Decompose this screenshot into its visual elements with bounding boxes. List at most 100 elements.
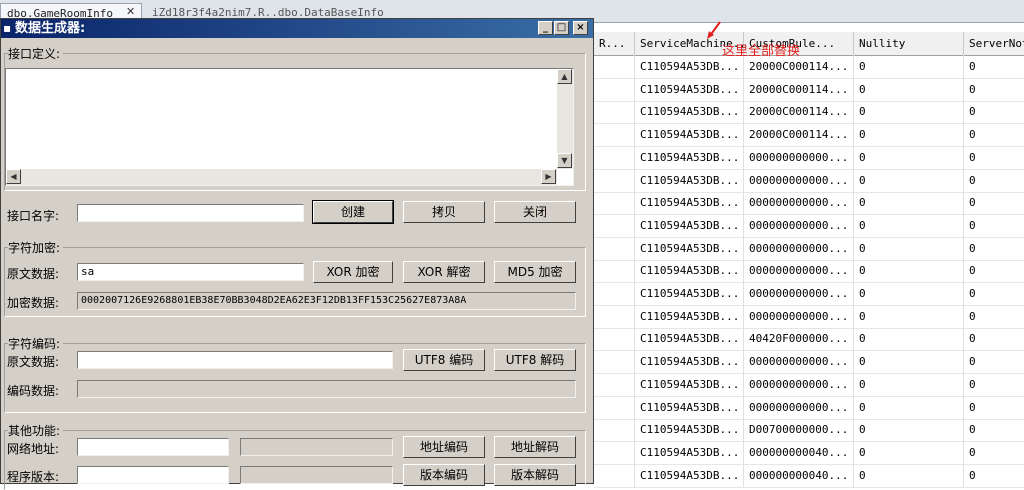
table-cell[interactable]: C110594A53DB... [635,440,744,464]
table-row[interactable]: C110594A53DB... 000000000000... 0 0 [594,145,1024,170]
column-header[interactable]: Nullity [854,32,964,55]
table-cell[interactable] [594,236,635,260]
table-cell[interactable]: 0 [964,169,1024,192]
close-dialog-button[interactable]: 关闭 [494,201,576,223]
utf8-decode-button[interactable]: UTF8 解码 [494,349,576,371]
utf8-encode-button[interactable]: UTF8 编码 [403,349,485,371]
table-cell[interactable]: 0 [964,259,1024,282]
table-cell[interactable]: 0 [964,100,1024,123]
table-cell[interactable]: 0 [854,259,964,283]
table-cell[interactable]: 0 [964,282,1024,305]
address-result-field[interactable] [240,438,393,456]
table-row[interactable]: C110594A53DB... 20000C000114... 0 0 [594,100,1024,125]
table-cell[interactable] [594,100,635,124]
table-cell[interactable]: 0 [964,191,1024,214]
table-cell[interactable]: C110594A53DB... [635,327,744,351]
table-cell[interactable]: 0 [964,237,1024,260]
table-row[interactable]: C110594A53DB... 000000000000... 0 0 [594,372,1024,397]
table-cell[interactable] [594,440,635,464]
table-cell[interactable] [594,123,635,147]
table-row[interactable]: C110594A53DB... D00700000000... 0 0 [594,418,1024,443]
table-cell[interactable]: C110594A53DB... [635,213,744,237]
interface-name-input[interactable] [77,204,304,222]
table-cell[interactable] [594,304,635,328]
table-cell[interactable]: 000000000000... [744,168,854,192]
table-cell[interactable]: C110594A53DB... [635,463,744,487]
table-cell[interactable]: D00700000000... [744,418,854,442]
version-input[interactable] [77,466,229,484]
table-cell[interactable]: C110594A53DB... [635,259,744,283]
table-cell[interactable] [594,372,635,396]
table-cell[interactable]: C110594A53DB... [635,282,744,305]
table-cell[interactable]: C110594A53DB... [635,100,744,124]
table-cell[interactable]: 0 [854,145,964,169]
table-cell[interactable]: 0 [964,123,1024,146]
table-cell[interactable]: 0 [854,55,964,78]
table-cell[interactable]: C110594A53DB... [635,395,744,419]
table-cell[interactable]: 0 [854,123,964,147]
table-cell[interactable]: 000000000000... [744,304,854,328]
table-cell[interactable]: 0 [854,372,964,396]
version-decode-button[interactable]: 版本解码 [494,464,576,486]
table-row[interactable]: C110594A53DB... 000000000000... 0 0 [594,282,1024,306]
table-cell[interactable]: C110594A53DB... [635,304,744,328]
table-cell[interactable]: 0 [964,464,1024,487]
md5-encrypt-button[interactable]: MD5 加密 [494,261,576,283]
table-row[interactable]: C110594A53DB... 000000000000... 0 0 [594,236,1024,261]
table-cell[interactable]: 0 [964,350,1024,373]
table-row[interactable]: C110594A53DB... 20000C000114... 0 0 [594,123,1024,148]
table-cell[interactable] [594,418,635,442]
table-cell[interactable]: 000000000040... [744,463,854,487]
table-row[interactable]: C110594A53DB... 000000000000... 0 0 [594,213,1024,238]
table-cell[interactable] [594,55,635,78]
table-cell[interactable]: 0 [854,191,964,215]
table-cell[interactable]: 40420F000000... [744,327,854,351]
table-cell[interactable] [594,259,635,283]
table-cell[interactable]: 0 [964,373,1024,396]
table-cell[interactable]: 000000000000... [744,213,854,237]
vertical-scrollbar[interactable]: ▲ ▼ [557,69,573,169]
table-row[interactable]: C110594A53DB... 000000000000... 0 0 [594,259,1024,284]
table-row[interactable]: C110594A53DB... 000000000000... 0 0 [594,191,1024,216]
address-decode-button[interactable]: 地址解码 [494,436,576,458]
close-button[interactable]: × [573,21,588,35]
version-encode-button[interactable]: 版本编码 [403,464,485,486]
table-cell[interactable]: 0 [854,100,964,124]
scroll-right-icon[interactable]: ▶ [541,169,556,184]
table-cell[interactable]: C110594A53DB... [635,145,744,169]
table-cell[interactable]: 0 [854,350,964,374]
dialog-title-bar[interactable]: ▪ 数据生成器: _ □ × [1,19,593,38]
table-row[interactable]: C110594A53DB... 000000000000... 0 0 [594,350,1024,375]
xor-encrypt-button[interactable]: XOR 加密 [313,261,393,283]
tab-close-icon[interactable]: ✕ [126,5,135,18]
table-cell[interactable]: C110594A53DB... [635,236,744,260]
horizontal-scrollbar[interactable]: ◀ ▶ [6,169,557,185]
minimize-button[interactable]: _ [538,21,553,35]
table-cell[interactable] [594,395,635,419]
table-cell[interactable]: 0 [964,55,1024,78]
table-cell[interactable]: 0 [854,304,964,328]
table-cell[interactable] [594,213,635,237]
table-cell[interactable] [594,327,635,351]
address-encode-button[interactable]: 地址编码 [403,436,485,458]
maximize-button[interactable]: □ [554,21,569,35]
table-row[interactable]: C110594A53DB... 20000C000114... 0 0 [594,77,1024,102]
table-cell[interactable]: 0 [854,282,964,305]
address-input[interactable] [77,438,229,456]
table-cell[interactable]: 0 [964,396,1024,419]
encode-result-field[interactable] [77,380,576,398]
table-cell[interactable]: 000000000000... [744,145,854,169]
table-cell[interactable]: 000000000000... [744,191,854,215]
table-cell[interactable]: 0 [964,418,1024,441]
table-row[interactable]: C110594A53DB... 40420F000000... 0 0 [594,327,1024,352]
encrypt-source-input[interactable]: sa [77,263,304,281]
table-cell[interactable] [594,350,635,374]
table-cell[interactable]: 0 [854,213,964,237]
table-cell[interactable]: 20000C000114... [744,77,854,101]
table-cell[interactable]: 0 [854,395,964,419]
table-cell[interactable]: 0 [964,78,1024,101]
table-cell[interactable]: 20000C000114... [744,100,854,124]
table-cell[interactable]: 0 [964,305,1024,328]
table-row[interactable]: C110594A53DB... 20000C000114... 0 0 [594,55,1024,79]
table-cell[interactable] [594,168,635,192]
